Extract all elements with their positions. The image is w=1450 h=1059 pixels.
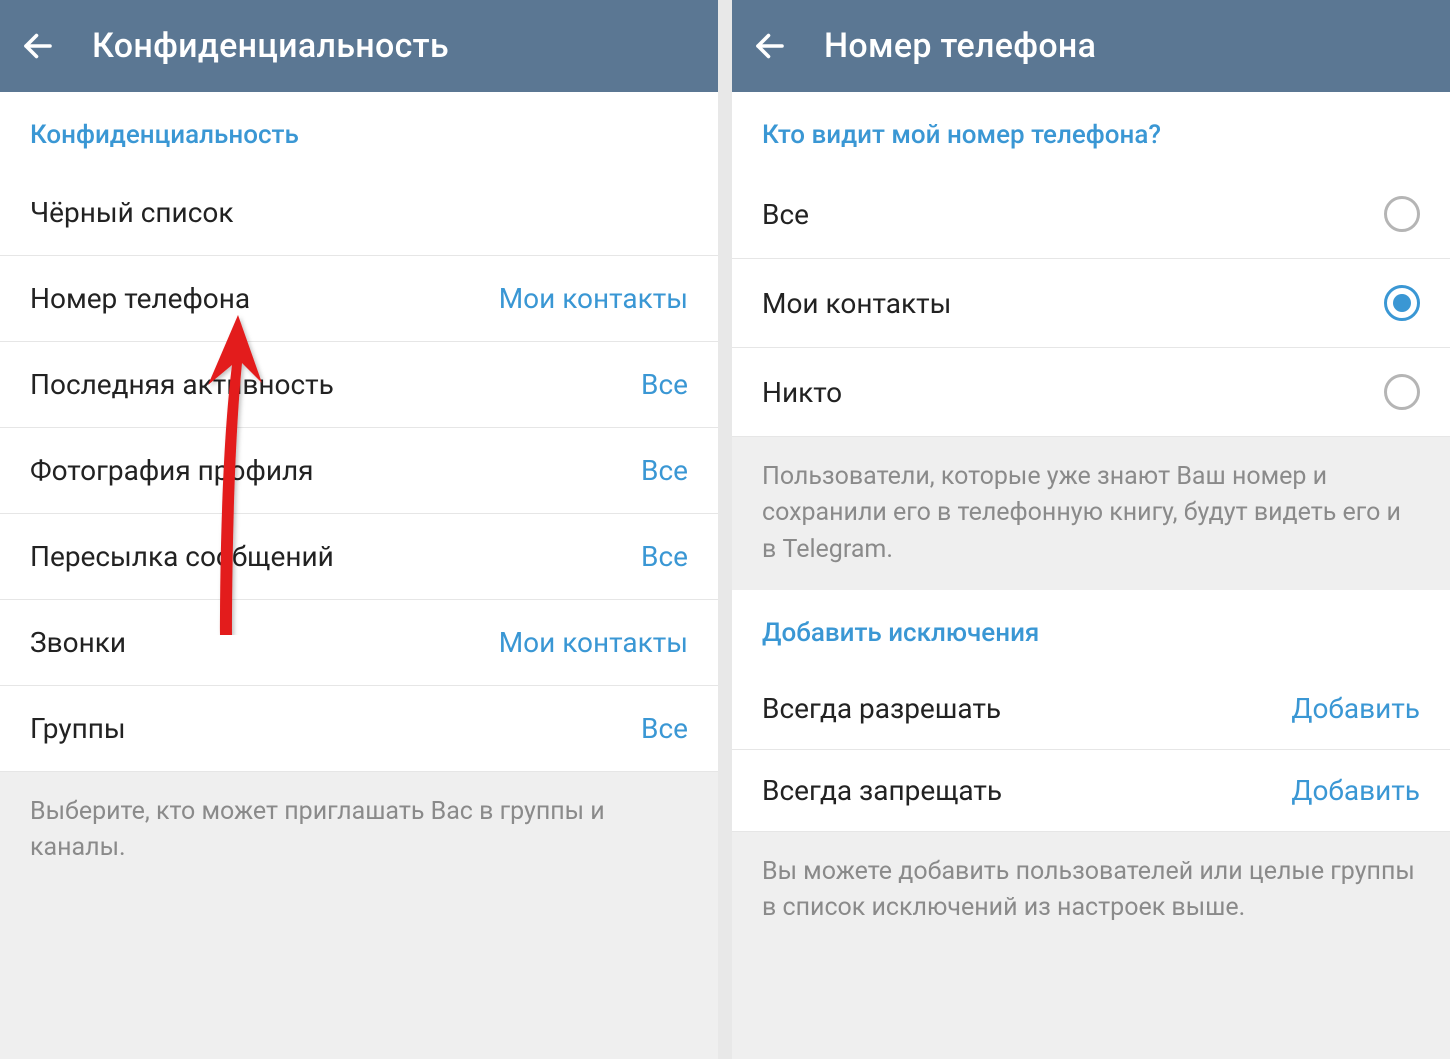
item-groups[interactable]: Группы Все [0, 686, 718, 772]
exception-label: Всегда разрешать [762, 692, 1001, 725]
radio-option-my-contacts[interactable]: Мои контакты [732, 259, 1450, 348]
item-label: Пересылка сообщений [30, 540, 334, 573]
info-note: Пользователи, которые уже знают Ваш номе… [732, 437, 1450, 590]
footer-note: Выберите, кто может приглашать Вас в гру… [0, 772, 718, 1059]
item-label: Группы [30, 712, 126, 745]
item-profile-photo[interactable]: Фотография профиля Все [0, 428, 718, 514]
screen-phone-number: Номер телефона Кто видит мой номер телеф… [732, 0, 1450, 1059]
item-value: Все [641, 454, 688, 487]
exception-never-allow[interactable]: Всегда запрещать Добавить [732, 750, 1450, 832]
screen-privacy: Конфиденциальность Конфиденциальность Чё… [0, 0, 718, 1059]
item-label: Чёрный список [30, 196, 233, 229]
item-value: Все [641, 368, 688, 401]
radio-icon [1384, 196, 1420, 232]
radio-option-nobody[interactable]: Никто [732, 348, 1450, 437]
exception-action: Добавить [1291, 774, 1420, 807]
radio-label: Никто [762, 376, 842, 409]
item-value: Мои контакты [499, 626, 688, 659]
item-blacklist[interactable]: Чёрный список [0, 170, 718, 256]
section-header-who-sees: Кто видит мой номер телефона? [732, 92, 1450, 170]
back-arrow-icon[interactable] [752, 28, 788, 64]
appbar: Конфиденциальность [0, 0, 718, 92]
section-header-privacy: Конфиденциальность [0, 92, 718, 170]
exception-action: Добавить [1291, 692, 1420, 725]
item-phone-number[interactable]: Номер телефона Мои контакты [0, 256, 718, 342]
exception-label: Всегда запрещать [762, 774, 1002, 807]
item-last-seen[interactable]: Последняя активность Все [0, 342, 718, 428]
item-label: Номер телефона [30, 282, 250, 315]
exception-always-allow[interactable]: Всегда разрешать Добавить [732, 668, 1450, 750]
back-arrow-icon[interactable] [20, 28, 56, 64]
radio-label: Мои контакты [762, 287, 951, 320]
item-calls[interactable]: Звонки Мои контакты [0, 600, 718, 686]
appbar-title: Конфиденциальность [92, 26, 449, 66]
radio-icon [1384, 374, 1420, 410]
item-value: Мои контакты [499, 282, 688, 315]
section-header-exceptions: Добавить исключения [732, 590, 1450, 668]
item-forwarded-messages[interactable]: Пересылка сообщений Все [0, 514, 718, 600]
item-label: Фотография профиля [30, 454, 314, 487]
appbar-title: Номер телефона [824, 26, 1096, 66]
radio-selected-icon [1384, 285, 1420, 321]
radio-option-everybody[interactable]: Все [732, 170, 1450, 259]
item-label: Звонки [30, 626, 126, 659]
radio-label: Все [762, 198, 809, 231]
item-label: Последняя активность [30, 368, 334, 401]
footer-note: Вы можете добавить пользователей или цел… [732, 832, 1450, 1059]
item-value: Все [641, 540, 688, 573]
item-value: Все [641, 712, 688, 745]
appbar: Номер телефона [732, 0, 1450, 92]
